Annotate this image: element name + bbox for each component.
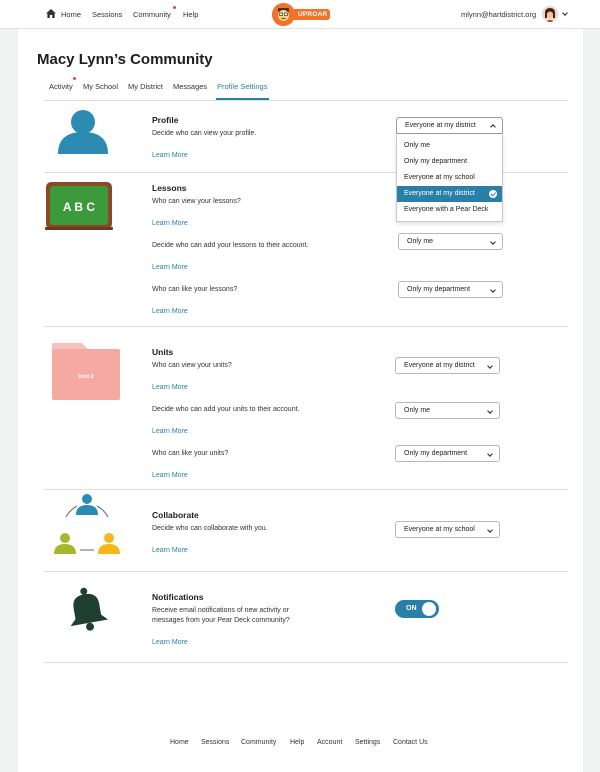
units-like-select[interactable]: Only my department: [395, 445, 500, 462]
chevron-down-icon: [487, 451, 493, 457]
community-notification-badge: [172, 5, 177, 10]
option-label: Everyone at my district: [404, 190, 475, 197]
lessons-like-value: Only my department: [407, 286, 471, 293]
units-like-learn-more-link[interactable]: Learn More: [152, 472, 188, 479]
collaborate-value: Everyone at my school: [404, 526, 475, 533]
chevron-down-icon: [487, 363, 493, 369]
chevron-down-icon: [487, 527, 493, 533]
chevron-up-icon: [490, 124, 496, 130]
footer-help-link[interactable]: Help: [290, 739, 304, 746]
lessons-title: Lessons: [152, 183, 187, 193]
logo-mascot-icon: [272, 3, 295, 26]
chalkboard-text: A B C: [63, 200, 96, 214]
toggle-label: ON: [406, 605, 417, 612]
units-title: Units: [152, 347, 174, 357]
units-add-description: Decide who can add your units to their a…: [152, 406, 300, 413]
nav-sessions-link[interactable]: Sessions: [92, 10, 122, 19]
dropdown-option[interactable]: Only me: [397, 138, 502, 154]
footer-settings-link[interactable]: Settings: [355, 739, 380, 746]
lessons-add-select[interactable]: Only me: [398, 233, 503, 250]
avatar[interactable]: [542, 6, 558, 22]
lessons-add-description: Decide who can add your lessons to their…: [152, 242, 309, 249]
units-add-learn-more-link[interactable]: Learn More: [152, 428, 188, 435]
tab-my-district[interactable]: My District: [128, 82, 163, 91]
profile-visibility-select[interactable]: Everyone at my district: [396, 117, 503, 134]
divider: [44, 662, 568, 663]
dropdown-option[interactable]: Only my department: [397, 154, 502, 170]
profile-visibility-value: Everyone at my district: [405, 122, 476, 129]
lessons-like-description: Who can like your lessons?: [152, 286, 238, 293]
footer-community-link[interactable]: Community: [241, 739, 276, 746]
profile-learn-more-link[interactable]: Learn More: [152, 152, 188, 159]
units-view-description: Who can view your units?: [152, 362, 232, 369]
units-like-description: Who can like your units?: [152, 450, 229, 457]
dropdown-option-selected[interactable]: Everyone at my district: [397, 186, 502, 202]
footer-sessions-link[interactable]: Sessions: [201, 739, 229, 746]
collaborate-select[interactable]: Everyone at my school: [395, 521, 500, 538]
lessons-add-learn-more-link[interactable]: Learn More: [152, 264, 188, 271]
chevron-down-icon: [490, 287, 496, 293]
nav-help-link[interactable]: Help: [183, 10, 198, 19]
person-icon: [58, 110, 108, 154]
units-like-value: Only my department: [404, 450, 468, 457]
uproar-logo[interactable]: UPROAR: [272, 3, 332, 26]
collaborate-description: Decide who can collaborate with you.: [152, 525, 268, 532]
home-icon[interactable]: [46, 9, 56, 18]
units-add-value: Only me: [404, 407, 431, 414]
divider: [44, 326, 568, 327]
folder-label: Unit 2: [78, 374, 93, 380]
check-icon: [489, 190, 497, 198]
folder-icon: Unit 2: [52, 343, 120, 400]
collaborate-learn-more-link[interactable]: Learn More: [152, 547, 188, 554]
notifications-title: Notifications: [152, 592, 204, 602]
lessons-view-description: Who can view your lessons?: [152, 198, 241, 205]
notifications-description-line1: Receive email notifications of new activ…: [152, 607, 289, 614]
notifications-toggle[interactable]: ON: [395, 600, 439, 618]
nav-community-link[interactable]: Community: [133, 10, 171, 19]
nav-home-link[interactable]: Home: [61, 10, 81, 19]
footer-home-link[interactable]: Home: [170, 739, 189, 746]
profile-title: Profile: [152, 115, 179, 125]
notifications-learn-more-link[interactable]: Learn More: [152, 639, 188, 646]
activity-notification-badge: [72, 76, 77, 81]
profile-visibility-dropdown: Only me Only my department Everyone at m…: [396, 135, 503, 222]
chalkboard-icon: A B C: [45, 182, 113, 230]
tab-profile-settings[interactable]: Profile Settings: [217, 82, 267, 91]
collaborate-icon: [54, 494, 120, 554]
lessons-like-learn-more-link[interactable]: Learn More: [152, 308, 188, 315]
notifications-description-line2: messages from your Pear Deck community?: [152, 617, 290, 624]
chevron-down-icon[interactable]: [562, 10, 568, 16]
option-label: Only me: [404, 142, 431, 149]
tab-messages[interactable]: Messages: [173, 82, 207, 91]
lessons-view-learn-more-link[interactable]: Learn More: [152, 220, 188, 227]
tab-my-school[interactable]: My School: [83, 82, 118, 91]
units-add-select[interactable]: Only me: [395, 402, 500, 419]
option-label: Only my department: [404, 158, 468, 165]
divider: [44, 571, 568, 572]
page-title: Macy Lynn’s Community: [37, 51, 213, 68]
option-label: Everyone with a Pear Deck: [404, 206, 489, 213]
dropdown-option[interactable]: Everyone at my school: [397, 170, 502, 186]
lessons-add-value: Only me: [407, 238, 434, 245]
user-email[interactable]: mlynn@hartdistrict.org: [461, 10, 536, 19]
bell-icon: [70, 587, 109, 631]
lessons-like-select[interactable]: Only my department: [398, 281, 503, 298]
footer-contact-link[interactable]: Contact Us: [393, 739, 428, 746]
dropdown-option[interactable]: Everyone with a Pear Deck: [397, 202, 502, 218]
collaborate-title: Collaborate: [152, 510, 199, 520]
footer-account-link[interactable]: Account: [317, 739, 342, 746]
toggle-knob: [422, 602, 436, 616]
chevron-down-icon: [487, 408, 493, 414]
profile-description: Decide who can view your profile.: [152, 130, 257, 137]
tab-activity[interactable]: Activity: [49, 82, 73, 91]
top-nav: Home Sessions Community Help UPROAR mlyn…: [0, 0, 600, 29]
option-label: Everyone at my school: [404, 174, 475, 181]
units-view-select[interactable]: Everyone at my district: [395, 357, 500, 374]
chevron-down-icon: [490, 239, 496, 245]
divider: [44, 100, 568, 101]
logo-text: UPROAR: [294, 9, 331, 20]
units-view-value: Everyone at my district: [404, 362, 475, 369]
units-view-learn-more-link[interactable]: Learn More: [152, 384, 188, 391]
divider: [44, 489, 568, 490]
